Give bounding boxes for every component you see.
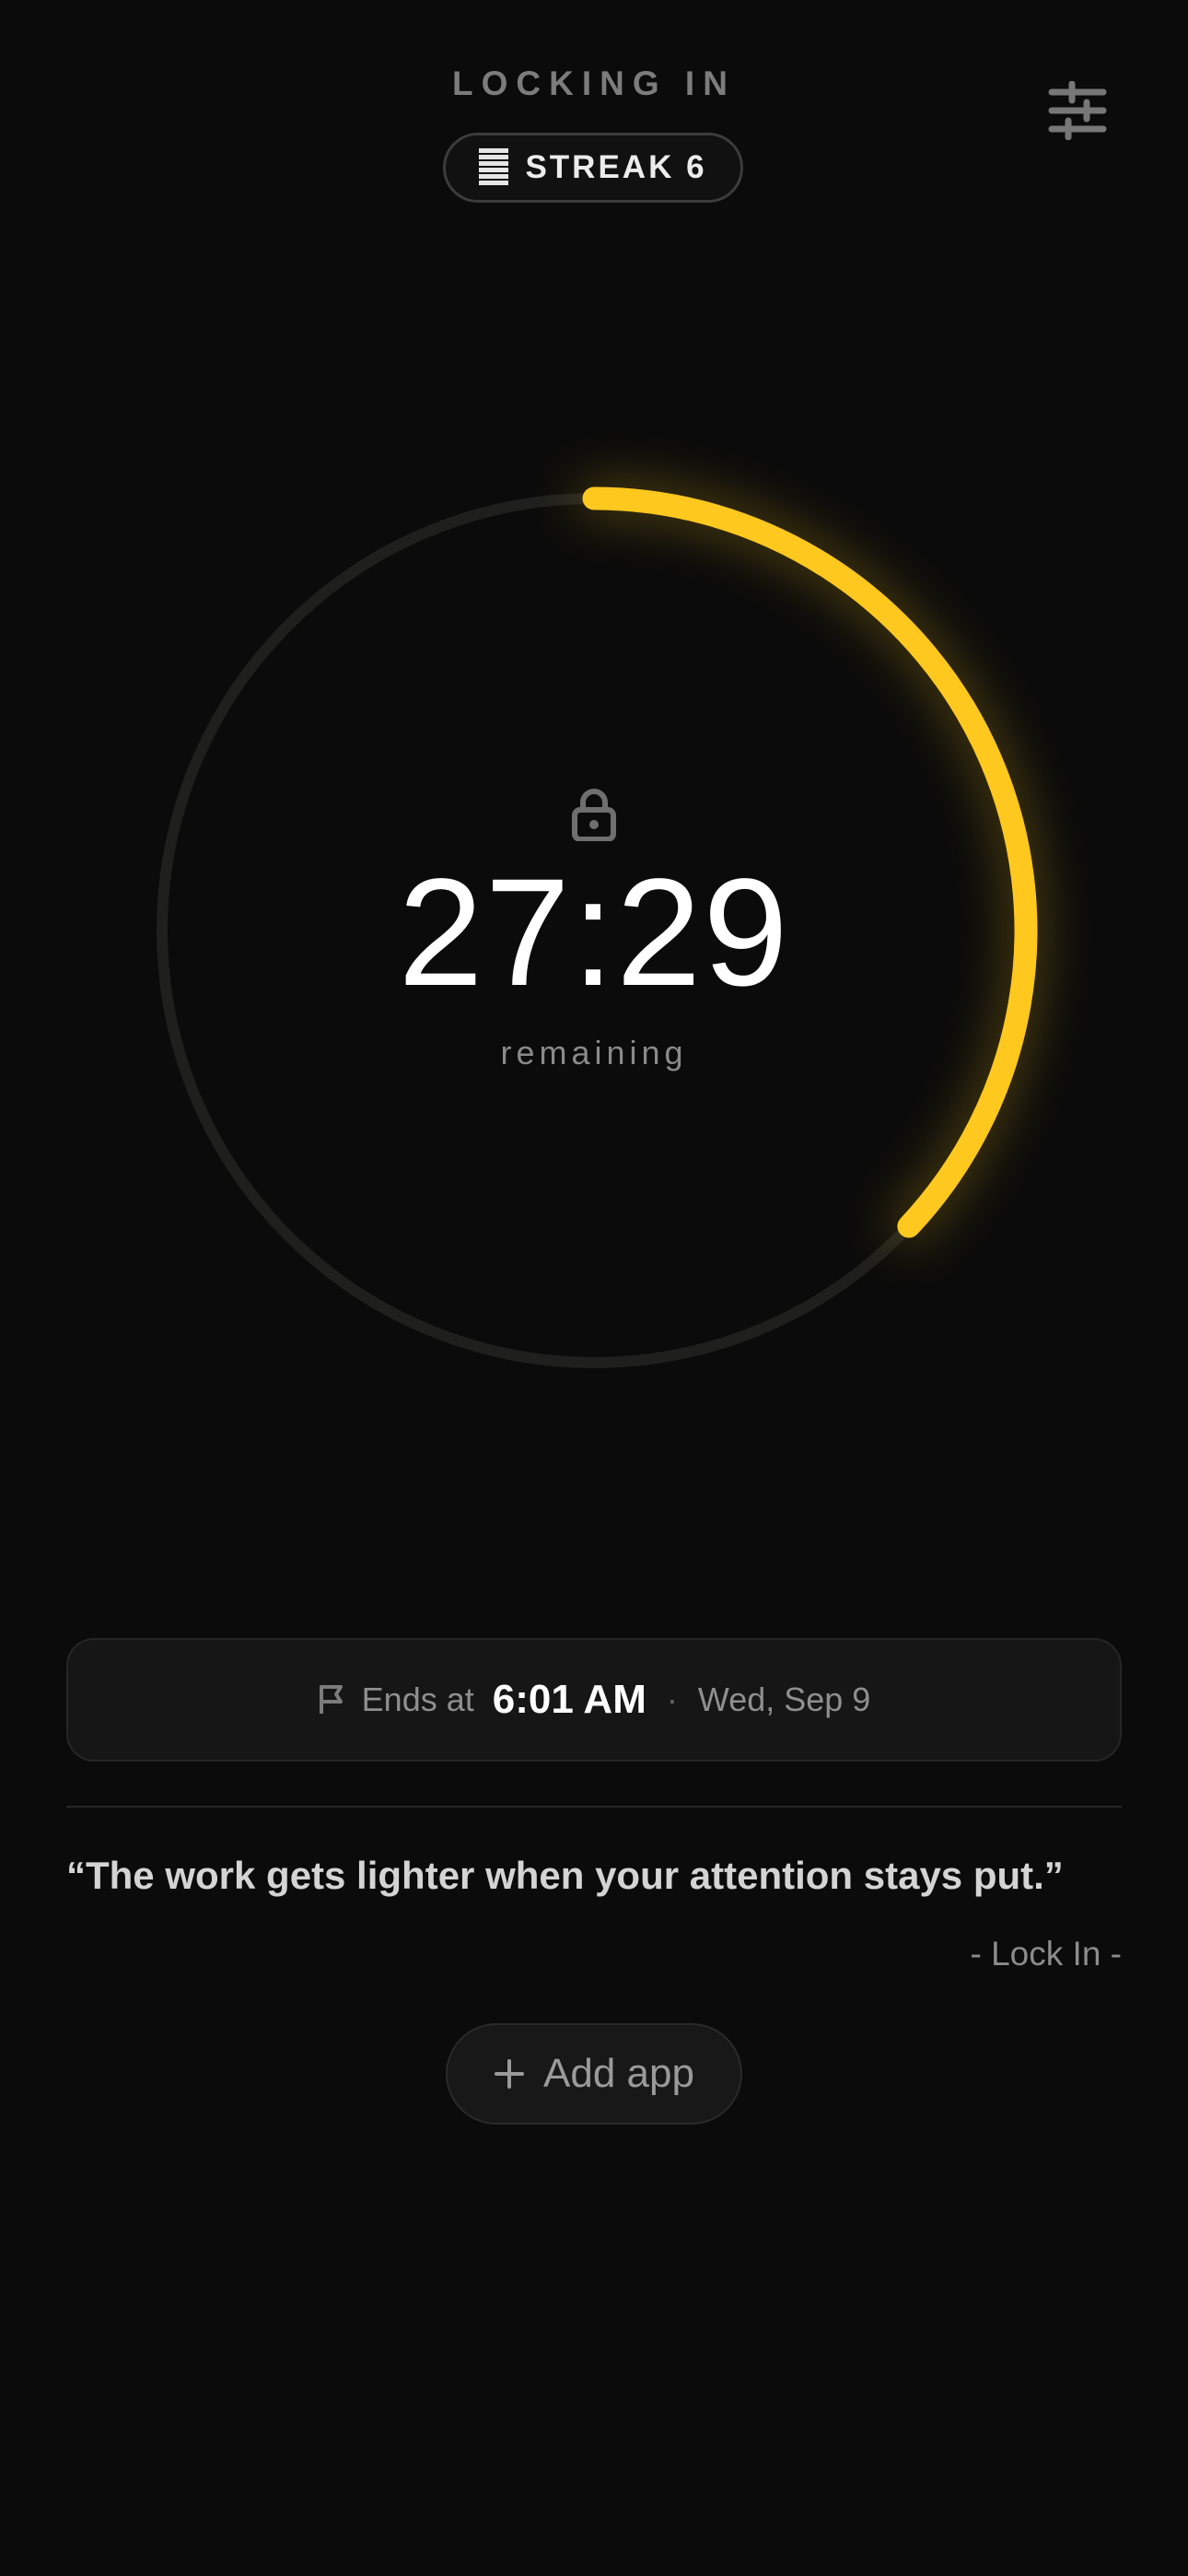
add-app-label: Add app [543, 2051, 694, 2096]
ends-at-separator: · [666, 1680, 678, 1718]
ends-at-date: Wed, Sep 9 [697, 1680, 871, 1718]
lock-icon [572, 789, 616, 841]
ends-at-card: Ends at 6:01 AM · Wed, Sep 9 [66, 1638, 1122, 1762]
divider [66, 1806, 1122, 1808]
remaining-label: remaining [500, 1034, 688, 1071]
ends-at-prefix: Ends at [361, 1680, 474, 1718]
timer-ring [157, 480, 1044, 1368]
quote-author: - Lock In - [970, 1935, 1123, 1973]
ends-at-time: 6:01 AM [492, 1677, 646, 1722]
time-remaining: 27:29 [398, 848, 790, 1018]
flag-icon [319, 1685, 343, 1714]
add-app-button[interactable]: Add app [446, 2023, 742, 2125]
plus-icon [495, 2059, 525, 2089]
quote-text: “The work gets lighter when your attenti… [66, 1854, 1064, 1897]
